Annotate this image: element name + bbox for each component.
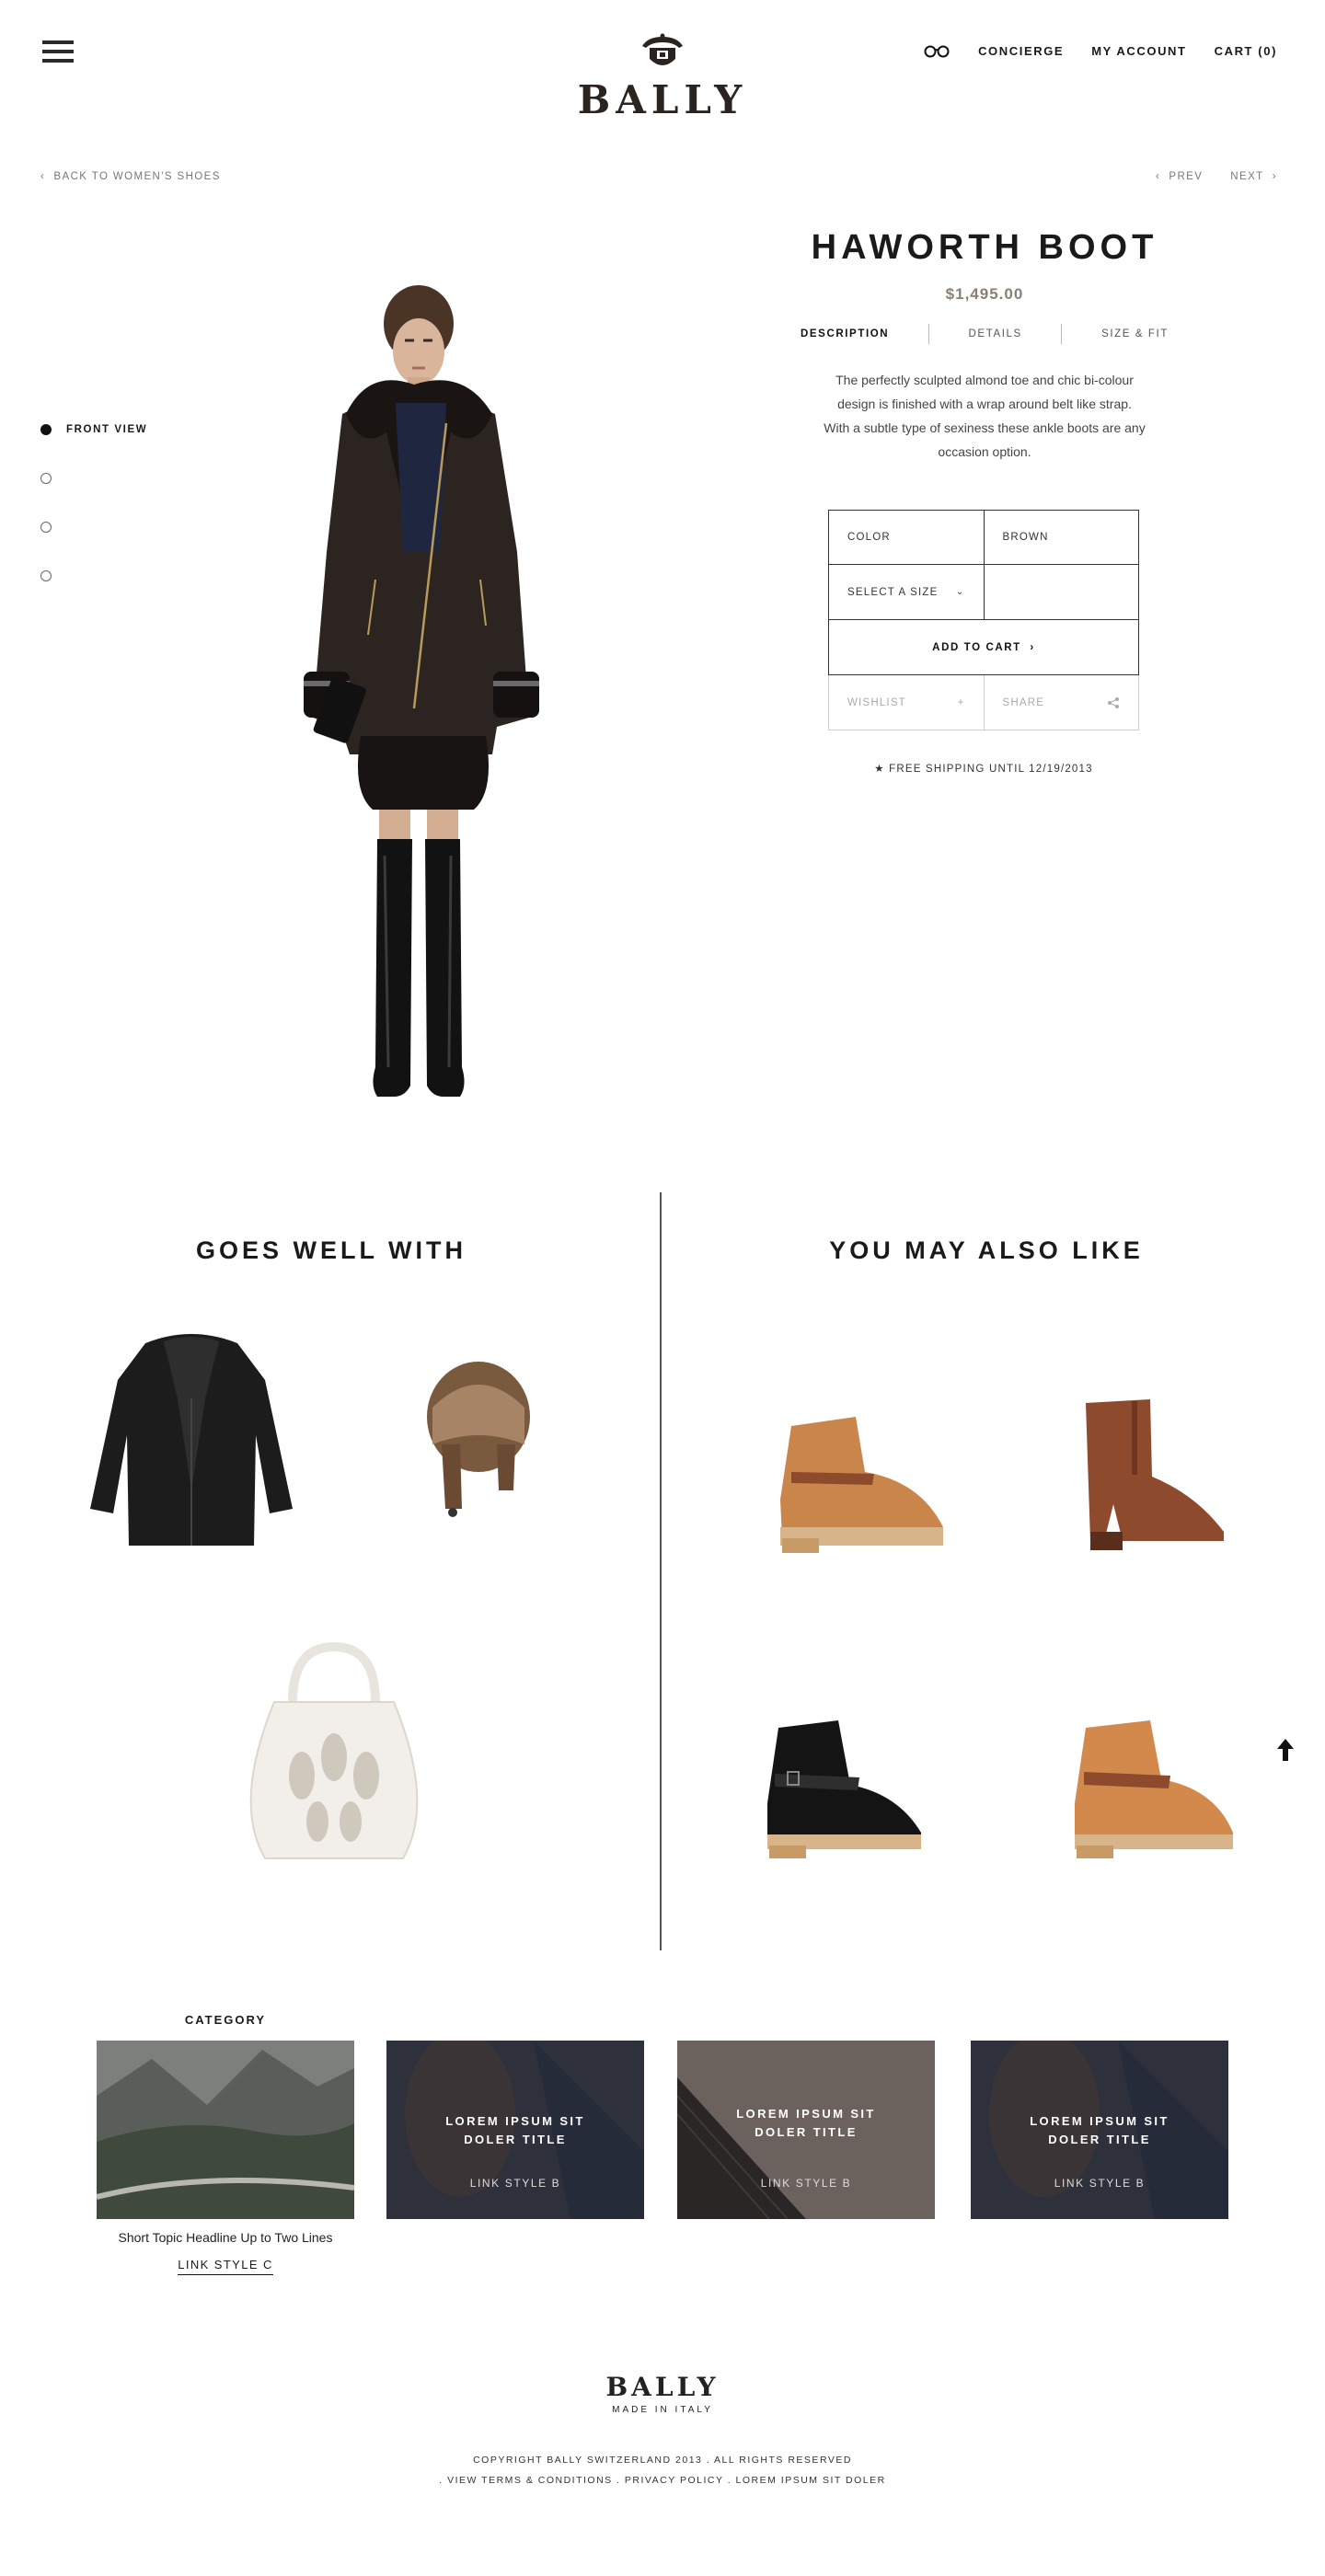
card-link[interactable]: LINK STYLE B [971, 2177, 1228, 2190]
product-tabs: DESCRIPTION DETAILS SIZE & FIT [801, 324, 1169, 344]
next-link[interactable]: NEXT › [1230, 171, 1277, 182]
bally-crest-logo[interactable] [635, 33, 690, 74]
view-label: FRONT VIEW [66, 423, 148, 435]
product-thumb-white-bag[interactable] [228, 1638, 440, 1868]
chevron-left-icon: ‹ [40, 171, 54, 182]
prev-link[interactable]: ‹ PREV [1156, 171, 1203, 182]
wishlist-button[interactable]: WISHLIST + [829, 675, 984, 730]
section-divider [660, 1192, 662, 1950]
view-dot-active [40, 423, 52, 435]
footer-logo[interactable]: BALLY [515, 2372, 810, 2402]
product-thumb-tan-ankle-boot-2[interactable] [1049, 1711, 1242, 1863]
card-title: LOREM IPSUM SIT DOLER TITLE [736, 2107, 876, 2139]
add-to-cart-button[interactable]: ADD TO CART › [829, 620, 1138, 674]
view-front[interactable]: FRONT VIEW [40, 405, 147, 454]
category-label: CATEGORY [184, 2013, 267, 2027]
chevron-right-icon: › [1020, 641, 1035, 653]
size-select[interactable]: SELECT A SIZE ⌄ [829, 565, 984, 619]
tab-details[interactable]: DETAILS [956, 328, 1035, 339]
card-link[interactable]: LINK STYLE B [386, 2177, 644, 2190]
you-may-also-like-title: YOU MAY ALSO LIKE [829, 1236, 1144, 1264]
nav-my-account[interactable]: MY ACCOUNT [1091, 44, 1186, 58]
top-navigation: CONCIERGE MY ACCOUNT CART (0) [923, 44, 1277, 58]
tab-size-fit[interactable]: SIZE & FIT [1089, 328, 1169, 339]
shipping-notice: ★ FREE SHIPPING UNTIL 12/19/2013 [874, 764, 1093, 775]
product-thumb-fur-hat[interactable] [405, 1343, 552, 1546]
tab-divider [1061, 324, 1063, 344]
color-label: COLOR [847, 532, 891, 543]
category-card-3[interactable]: LOREM IPSUM SIT DOLER TITLE LINK STYLE B [971, 2041, 1228, 2219]
brand-logo[interactable]: BALLY [515, 77, 810, 122]
add-to-cart-row: ADD TO CART › [828, 620, 1139, 675]
card-title: LOREM IPSUM SIT DOLER TITLE [445, 2114, 585, 2146]
size-row: SELECT A SIZE ⌄ [828, 565, 1139, 620]
chevron-left-icon: ‹ [1155, 171, 1169, 182]
share-icon [1108, 696, 1119, 708]
goes-well-with-title: GOES WELL WITH [196, 1236, 467, 1264]
size-select-label: SELECT A SIZE [847, 586, 939, 598]
color-value[interactable]: BROWN [983, 511, 1139, 564]
nav-cart[interactable]: CART (0) [1215, 44, 1277, 58]
plus-icon: + [957, 696, 965, 708]
product-thumb-black-ankle-boot[interactable] [742, 1711, 935, 1863]
view-3[interactable] [40, 502, 147, 551]
chevron-right-icon: › [1263, 171, 1277, 182]
card-title: LOREM IPSUM SIT DOLER TITLE [1030, 2114, 1169, 2146]
view-2[interactable] [40, 454, 147, 502]
category-card-landscape[interactable] [97, 2041, 354, 2219]
tab-divider [928, 324, 929, 344]
color-row: COLOR BROWN [828, 510, 1139, 565]
purchase-options: COLOR BROWN SELECT A SIZE ⌄ ADD TO CART … [828, 510, 1139, 730]
card-link[interactable]: LINK STYLE B [677, 2177, 935, 2190]
view-dot [40, 569, 52, 581]
footer-tagline: MADE IN ITALY [612, 2405, 713, 2415]
category-card-1[interactable]: LOREM IPSUM SIT DOLER TITLE LINK STYLE B [386, 2041, 644, 2219]
tab-description[interactable]: DESCRIPTION [801, 328, 902, 339]
product-thumb-leather-coat[interactable] [81, 1325, 302, 1555]
wishlist-label: WISHLIST [847, 696, 906, 708]
product-description: The perfectly sculpted almond toe and ch… [824, 373, 1146, 459]
product-model-image [304, 285, 539, 1097]
category-card-2[interactable]: LOREM IPSUM SIT DOLER TITLE LINK STYLE B [677, 2041, 935, 2219]
menu-icon[interactable] [42, 40, 74, 64]
back-to-category-link[interactable]: ‹ BACK TO WOMEN'S SHOES [40, 171, 221, 182]
scroll-to-top-icon[interactable] [1275, 1737, 1296, 1763]
product-pager: ‹ PREV NEXT › [1156, 171, 1277, 182]
product-thumb-brown-heel-boot[interactable] [1049, 1394, 1233, 1555]
product-thumb-tan-ankle-boot[interactable] [755, 1408, 957, 1555]
view-dot [40, 472, 52, 484]
product-title: HAWORTH BOOT [811, 228, 1158, 267]
add-to-cart-label: ADD TO CART [932, 641, 1021, 653]
chevron-down-icon: ⌄ [955, 587, 965, 597]
back-link-label: BACK TO WOMEN'S SHOES [53, 171, 221, 182]
wishlist-share-row: WISHLIST + SHARE [828, 675, 1139, 730]
footer-links[interactable]: . VIEW TERMS & CONDITIONS . PRIVACY POLI… [350, 2475, 975, 2486]
category-link: LINK STYLE C [97, 2258, 354, 2275]
next-label: NEXT [1230, 171, 1264, 182]
nav-concierge[interactable]: CONCIERGE [978, 44, 1064, 58]
mountain-road-image [97, 2041, 354, 2219]
share-label: SHARE [1002, 696, 1045, 708]
footer-copyright: COPYRIGHT BALLY SWITZERLAND 2013 . ALL R… [473, 2455, 852, 2466]
view-selector: FRONT VIEW [40, 405, 147, 600]
glasses-icon[interactable] [923, 45, 951, 58]
category-headline: Short Topic Headline Up to Two Lines [118, 2230, 333, 2245]
size-value [983, 565, 1139, 619]
product-price: $1,495.00 [945, 285, 1024, 303]
prev-label: PREV [1169, 171, 1204, 182]
category-link-text[interactable]: LINK STYLE C [178, 2258, 273, 2275]
view-dot [40, 521, 52, 533]
share-button[interactable]: SHARE [983, 675, 1139, 730]
view-4[interactable] [40, 551, 147, 600]
